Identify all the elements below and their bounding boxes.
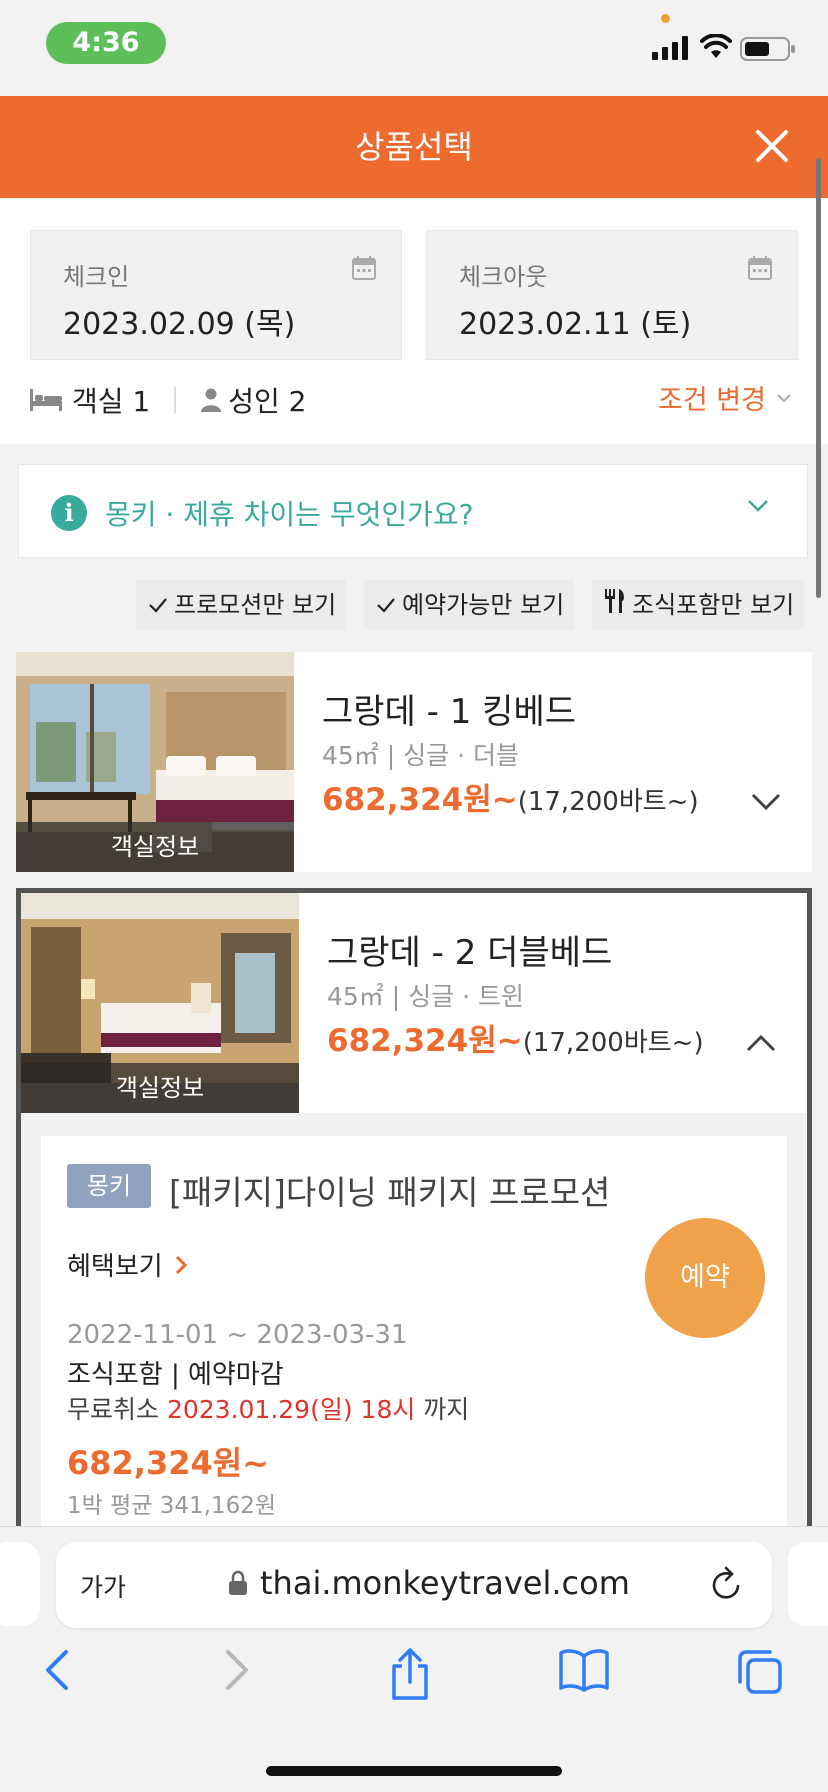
room-name: 그랑데 - 2 더블베드 (327, 933, 613, 973)
tabs-icon[interactable] (736, 1648, 784, 1696)
package-price: 682,324원~ (67, 1444, 270, 1482)
chevron-down-icon (777, 393, 791, 402)
chevron-up-icon[interactable] (745, 1033, 777, 1053)
filter-promotion-only[interactable]: 프로모션만 보기 (136, 580, 347, 630)
reload-icon[interactable] (710, 1566, 744, 1602)
checkout-date-field[interactable]: 체크아웃 2023.02.11 (토) (426, 230, 798, 360)
change-conditions-button[interactable]: 조건 변경 (658, 378, 792, 417)
divider (174, 387, 177, 413)
battery-icon (740, 37, 795, 61)
browser-nav-row (0, 1648, 828, 1712)
info-icon: i (51, 495, 87, 531)
adult-count: 성인 2 (228, 385, 307, 418)
status-time: 4:36 (46, 22, 166, 64)
room-count: 객실 1 (72, 385, 151, 418)
room-info-label: 객실정보 (16, 822, 294, 872)
lock-icon (229, 1570, 247, 1595)
cancel-prefix: 무료취소 (67, 1395, 167, 1424)
room-price-krw: 682,324원~ (327, 1023, 523, 1059)
checkin-date-field[interactable]: 체크인 2023.02.09 (목) (30, 230, 402, 360)
filter-label: 조식포함만 보기 (632, 591, 795, 619)
room-name: 그랑데 - 1 킹베드 (322, 692, 577, 732)
view-benefits-link[interactable]: 혜택보기 (67, 1246, 187, 1283)
filter-breakfast-only[interactable]: 조식포함만 보기 (592, 580, 805, 630)
calendar-icon (352, 256, 376, 280)
guest-summary: 객실 1 성인 2 (30, 382, 307, 418)
page-settings-button[interactable]: 가가 (80, 1568, 126, 1604)
scrollbar[interactable] (816, 158, 821, 598)
room-photo[interactable]: 객실정보 (16, 652, 294, 872)
room-spec: 45㎡ | 싱글 · 더블 (322, 741, 519, 770)
bookmarks-icon[interactable] (558, 1648, 610, 1692)
bed-icon (30, 389, 62, 411)
forward-icon[interactable] (222, 1648, 252, 1692)
room-photo[interactable]: 객실정보 (21, 893, 299, 1113)
privacy-indicator-dot (661, 14, 670, 23)
next-tab-peek[interactable] (788, 1542, 828, 1626)
close-icon[interactable] (754, 128, 790, 164)
chevron-right-icon (175, 1255, 187, 1274)
room-price: 682,324원~(17,200바트~) (327, 1015, 704, 1060)
address-bar[interactable]: 가가 thai.monkeytravel.com (56, 1542, 772, 1628)
room-price-krw: 682,324원~ (322, 782, 518, 818)
chevron-down-icon (748, 500, 768, 512)
page-title: 상품선택 (355, 128, 473, 166)
info-text: 몽키 · 제휴 차이는 무엇인가요? (105, 498, 474, 531)
room-card[interactable]: 객실정보 그랑데 - 1 킹베드 45㎡ | 싱글 · 더블 682,324원~… (16, 652, 812, 872)
status-bar: 4:36 (0, 0, 828, 96)
wifi-icon (700, 34, 732, 58)
room-price-thb: (17,200바트~) (522, 1028, 704, 1058)
package-period: 2022-11-01 ~ 2023-03-31 (67, 1320, 408, 1350)
cancel-suffix: 까지 (415, 1395, 470, 1424)
filter-available-only[interactable]: 예약가능만 보기 (364, 580, 575, 630)
page-header: 상품선택 (0, 96, 828, 198)
package-badge: 몽키 (67, 1164, 151, 1208)
home-indicator[interactable] (266, 1766, 562, 1776)
checkin-label: 체크인 (63, 263, 130, 291)
checkout-label: 체크아웃 (459, 263, 548, 291)
room-info-label: 객실정보 (21, 1063, 299, 1113)
filter-label: 예약가능만 보기 (402, 591, 565, 619)
cancel-deadline: 2023.01.29(일) 18시 (166, 1395, 416, 1424)
filter-row: 프로모션만 보기 예약가능만 보기 조식포함만 보기 (0, 580, 828, 630)
room-price: 682,324원~(17,200바트~) (322, 774, 699, 819)
checkin-date: 2023.02.09 (목) (63, 307, 296, 342)
check-icon (149, 598, 167, 613)
chevron-down-icon[interactable] (750, 792, 782, 812)
search-conditions: 체크인 2023.02.09 (목) 체크아웃 2023.02.11 (토) 객… (0, 198, 828, 444)
cellular-signal-icon (652, 36, 688, 60)
package-meal-status: 조식포함 | 예약마감 (67, 1360, 284, 1390)
free-cancel-info: 무료취소 2023.01.29(일) 18시 까지 (67, 1390, 469, 1426)
calendar-icon (748, 256, 772, 280)
change-conditions-label: 조건 변경 (658, 385, 766, 416)
back-icon[interactable] (42, 1648, 72, 1692)
monkey-vs-partner-info[interactable]: i 몽키 · 제휴 차이는 무엇인가요? (18, 464, 808, 558)
package-nightly-average: 1박 평균 341,162원 (67, 1493, 277, 1519)
previous-tab-peek[interactable] (0, 1542, 40, 1626)
person-icon (201, 388, 222, 412)
fork-knife-icon (605, 589, 624, 613)
check-icon (377, 598, 395, 613)
checkout-date: 2023.02.11 (토) (459, 307, 692, 342)
room-spec: 45㎡ | 싱글 · 트윈 (327, 982, 524, 1011)
url-text: thai.monkeytravel.com (260, 1564, 630, 1602)
filter-label: 프로모션만 보기 (174, 591, 337, 619)
room-price-thb: (17,200바트~) (517, 787, 699, 817)
reserve-button[interactable]: 예약 (645, 1218, 765, 1338)
share-icon[interactable] (388, 1648, 432, 1702)
package-title: [패키지]다이닝 패키지 프로모션 (169, 1173, 611, 1212)
view-benefits-label: 혜택보기 (67, 1252, 163, 1282)
